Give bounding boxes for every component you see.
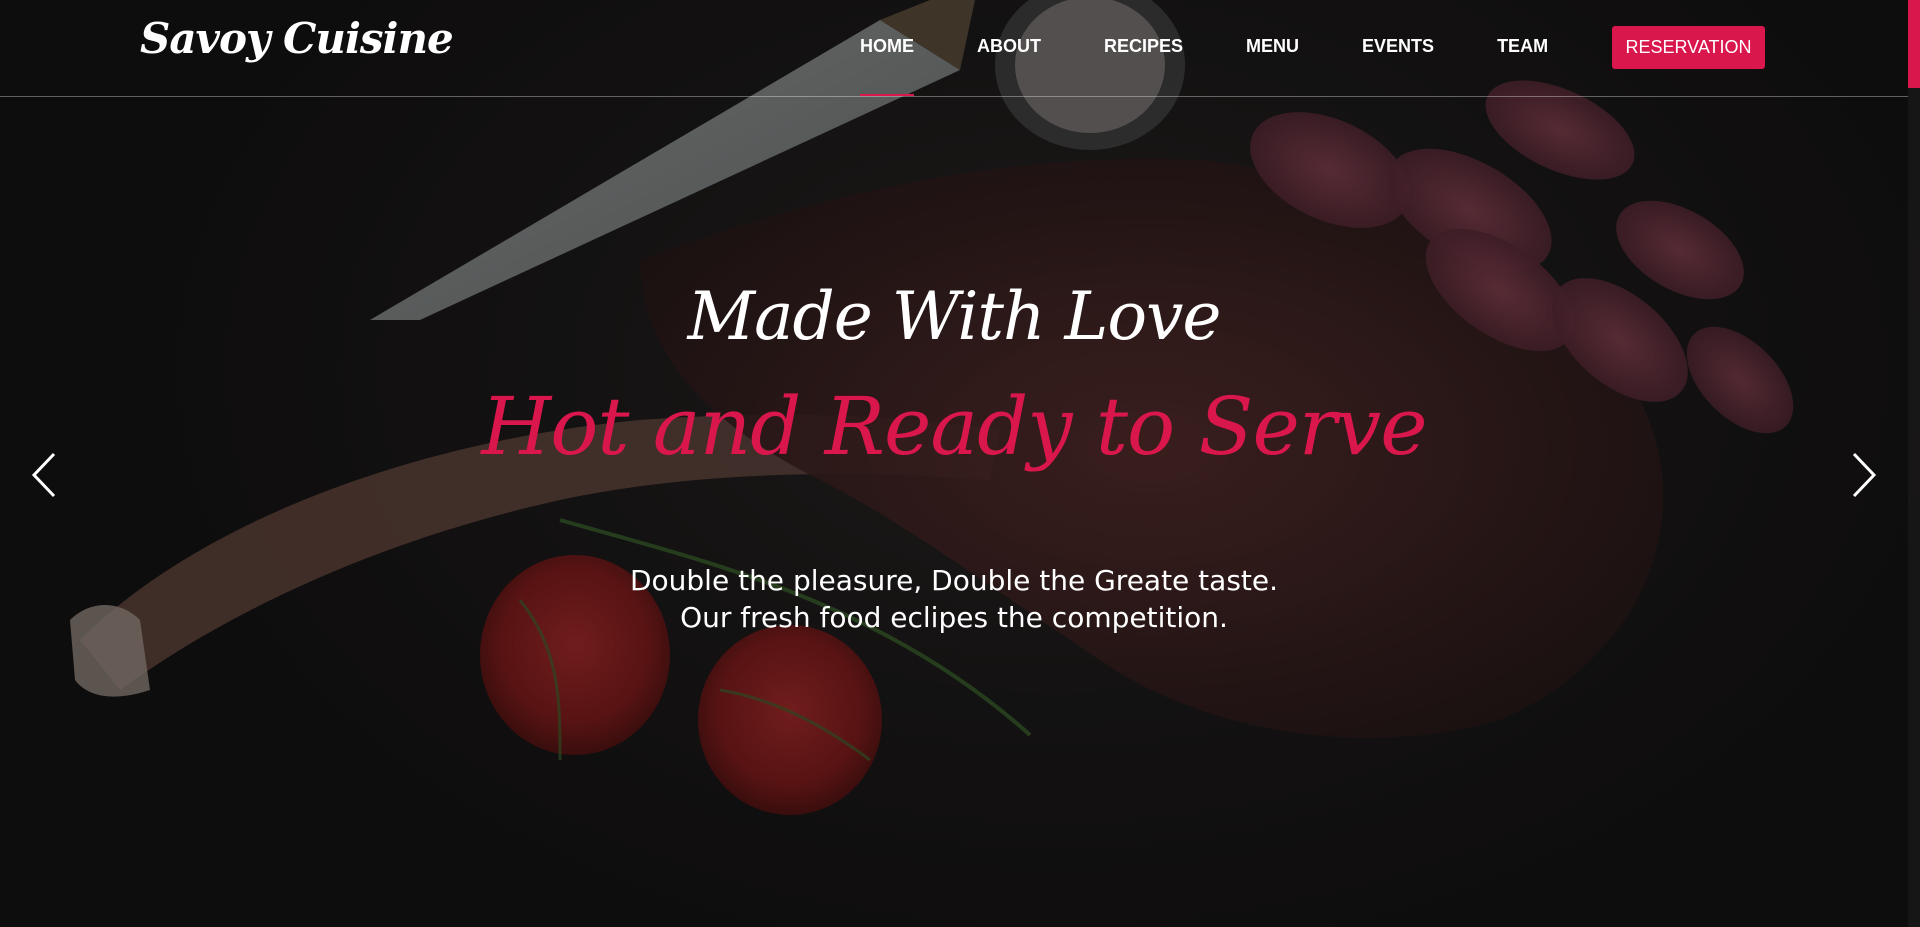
scrollbar-thumb[interactable] [1908,0,1920,88]
carousel-next-button[interactable] [1842,450,1882,500]
hero-title: Hot and Ready to Serve [481,380,1427,473]
chevron-right-icon [1852,452,1877,498]
nav-item-recipes[interactable]: RECIPES [1104,0,1183,96]
hero-description-line-1: Double the pleasure, Double the Greate t… [629,564,1279,597]
nav-item-about[interactable]: ABOUT [977,0,1041,96]
site-logo[interactable]: Savoy Cuisine [140,14,454,63]
hero-subtitle: Made With Love [687,278,1222,355]
hero-description: Double the pleasure, Double the Greate t… [0,562,1908,636]
carousel-prev-button[interactable] [26,450,66,500]
site-header: Savoy Cuisine HOME ABOUT RECIPES MENU EV… [0,0,1908,97]
hero-description-line-2: Our fresh food eclipes the competition. [680,601,1228,634]
chevron-left-icon [31,452,56,498]
nav-item-menu[interactable]: MENU [1246,0,1299,96]
main-nav: HOME ABOUT RECIPES MENU EVENTS TEAM [860,0,1611,96]
nav-item-events[interactable]: EVENTS [1362,0,1434,96]
reservation-button[interactable]: RESERVATION [1612,26,1765,69]
nav-item-home[interactable]: HOME [860,0,914,96]
scrollbar-track[interactable] [1908,88,1920,927]
page: Savoy Cuisine HOME ABOUT RECIPES MENU EV… [0,0,1920,927]
nav-item-team[interactable]: TEAM [1497,0,1548,96]
